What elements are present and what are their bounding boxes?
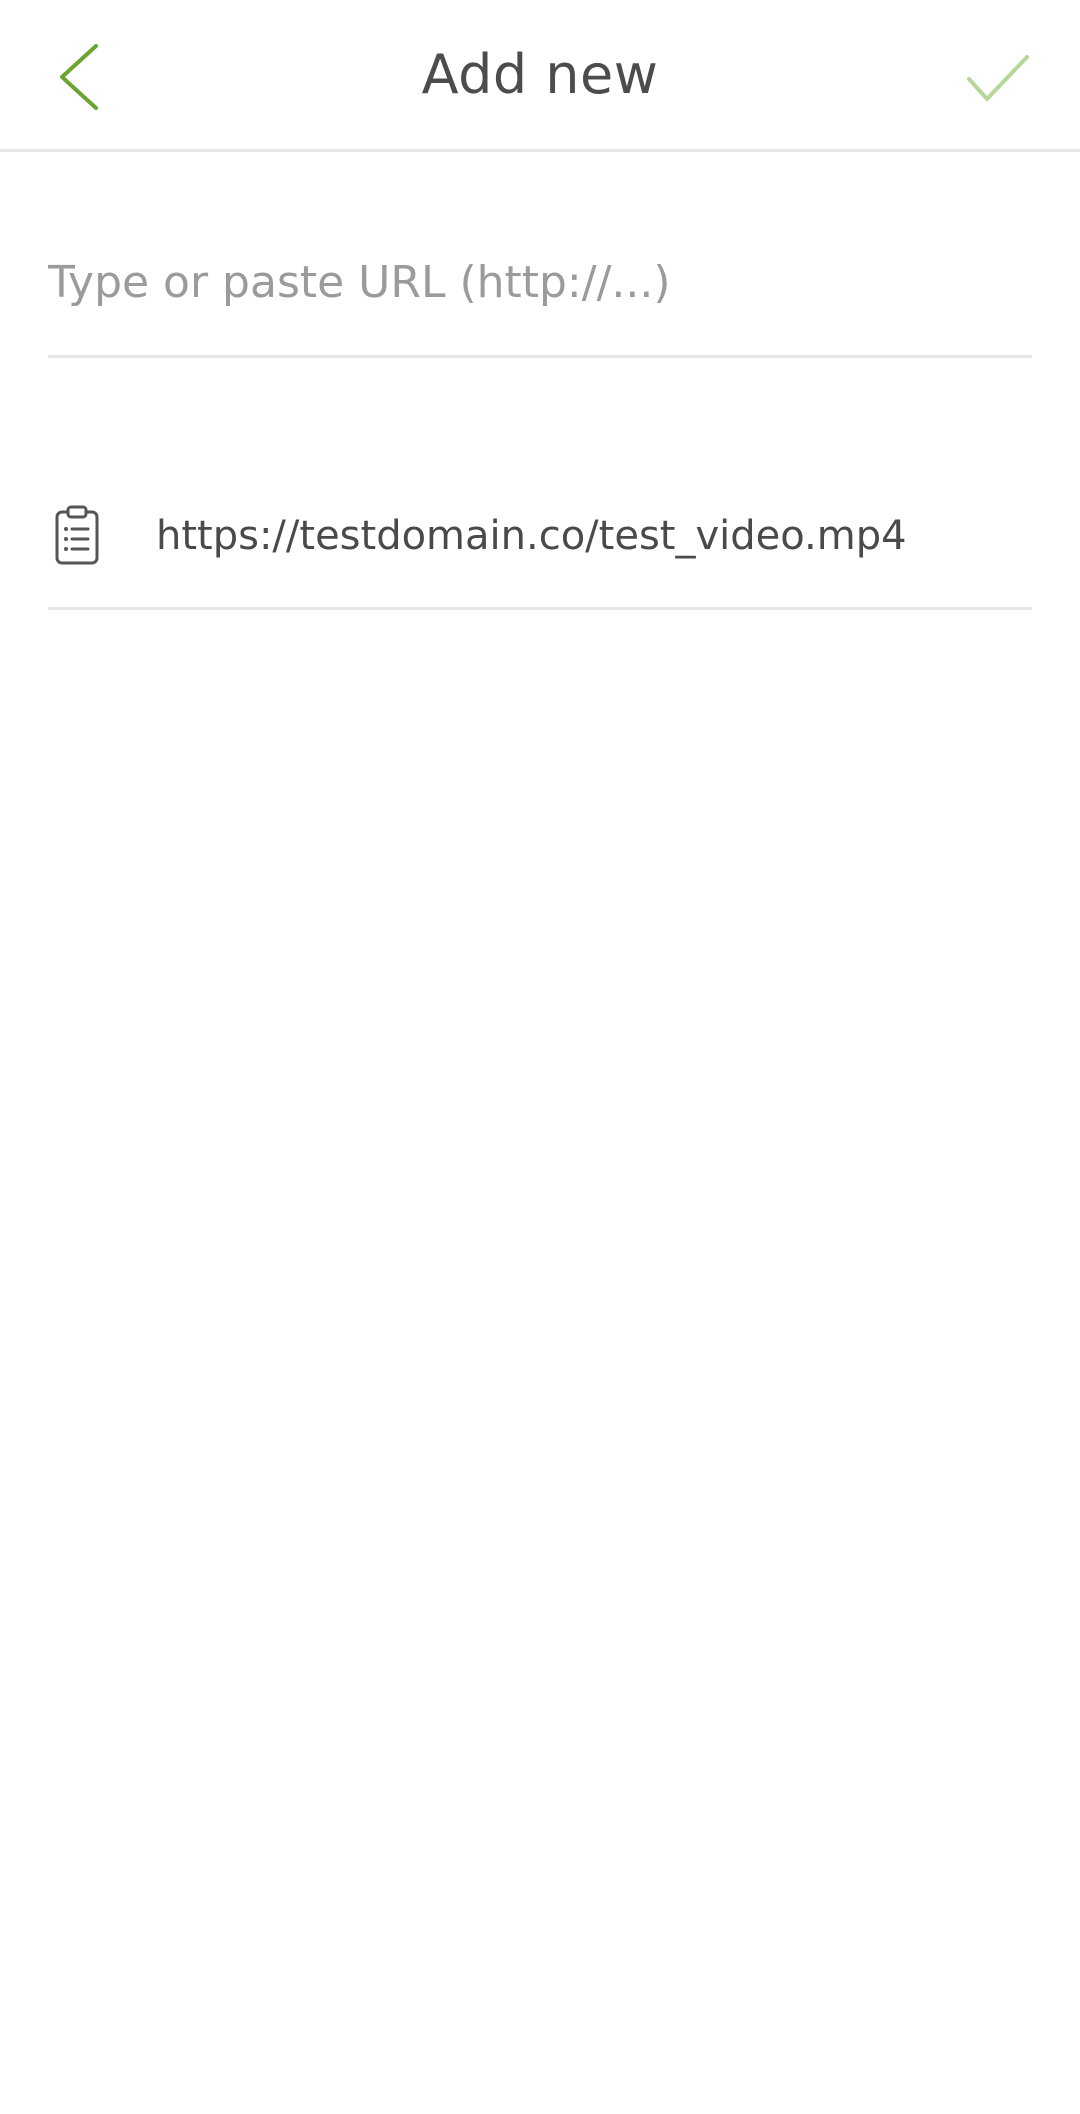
confirm-button[interactable] <box>956 40 1040 116</box>
check-icon <box>967 55 1029 101</box>
app-header: Add new <box>0 0 1080 152</box>
url-input[interactable] <box>48 240 1032 324</box>
clipboard-icon <box>55 505 99 565</box>
clipboard-url-text: https://testdomain.co/test_video.mp4 <box>156 513 907 559</box>
url-field <box>48 240 1032 358</box>
page-title: Add new <box>421 43 659 106</box>
clipboard-suggestion[interactable]: https://testdomain.co/test_video.mp4 <box>48 480 1032 610</box>
